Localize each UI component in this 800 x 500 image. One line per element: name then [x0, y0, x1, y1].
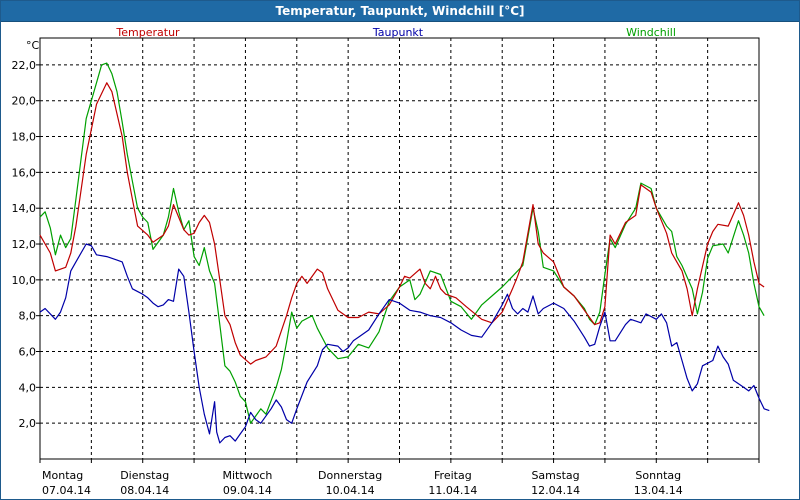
legend-taupunkt: Taupunkt	[372, 26, 424, 39]
y-tick-label: 2,0	[19, 417, 37, 430]
x-tick-label-day: Montag	[42, 469, 83, 482]
y-tick-label: 16,0	[12, 166, 37, 179]
x-tick-label-date: 11.04.14	[428, 484, 477, 497]
x-tick-label-date: 13.04.14	[634, 484, 683, 497]
chart-canvas: °C 2,0 4,0 6,0 8,0 10,0 12,0 14,0 16,0 18,0 20,0 22…	[12, 26, 770, 497]
y-tick-label: 20,0	[12, 95, 37, 108]
y-tick-label: 4,0	[19, 381, 37, 394]
y-tick-label: 12,0	[12, 238, 37, 251]
x-tick-label-day: Sonntag	[635, 469, 681, 482]
x-tick-label-day: Freitag	[434, 469, 472, 482]
legend-temperatur: Temperatur	[115, 26, 180, 39]
y-tick-label: 18,0	[12, 131, 37, 144]
x-tick-label-day: Samstag	[531, 469, 579, 482]
legend-windchill: Windchill	[626, 26, 676, 39]
y-tick-label: 22,0	[12, 59, 37, 72]
x-tick-label-date: 09.04.14	[223, 484, 272, 497]
x-tick-label-date: 12.04.14	[531, 484, 580, 497]
x-tick-label-day: Donnerstag	[318, 469, 382, 482]
y-tick-label: 6,0	[19, 346, 37, 359]
y-tick-label: 8,0	[19, 310, 37, 323]
y-tick-label: 10,0	[12, 274, 37, 287]
x-tick-label-date: 10.04.14	[326, 484, 375, 497]
x-tick-label-date: 07.04.14	[42, 484, 91, 497]
x-tick-label-date: 08.04.14	[120, 484, 169, 497]
x-tick-label-day: Mittwoch	[222, 469, 272, 482]
y-unit-label: °C	[26, 39, 40, 52]
y-tick-label: 14,0	[12, 202, 37, 215]
x-tick-label-day: Dienstag	[120, 469, 169, 482]
